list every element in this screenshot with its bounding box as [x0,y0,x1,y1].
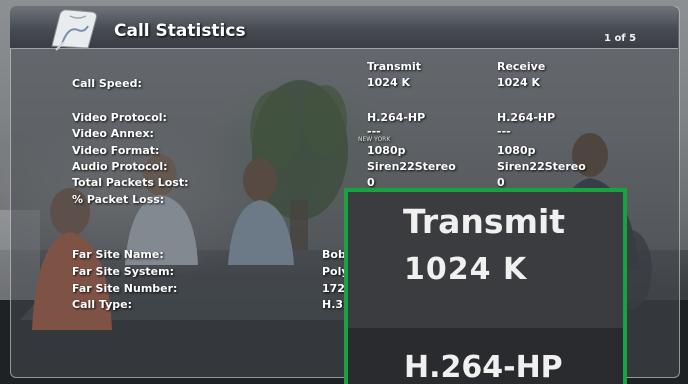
far-site-number-value: 172 [322,282,345,295]
video-annex-receive: --- [497,125,511,138]
call-speed-receive: 1024 K [497,76,540,89]
call-type-label: Call Type: [72,298,132,311]
far-site-number-label: Far Site Number: [72,282,178,295]
total-packets-lost-label: Total Packets Lost: [72,176,189,189]
title-bar [10,6,678,49]
page-indicator: 1 of 5 [604,33,637,44]
video-protocol-transmit: H.264-HP [367,111,426,124]
video-format-receive: 1080p [497,144,536,157]
packet-loss-label: % Packet Loss: [72,193,165,206]
background-sign-text: NEW YORK [358,136,391,143]
zoom-video-protocol: H.264-HP [404,350,563,384]
page-title: Call Statistics [114,21,246,41]
audio-protocol-receive: Siren22Stereo [497,160,586,173]
codec-hand-logo-icon [51,9,97,51]
video-protocol-receive: H.264-HP [497,111,556,124]
video-annex-label: Video Annex: [72,127,154,140]
audio-protocol-label: Audio Protocol: [72,160,168,173]
far-site-name-label: Far Site Name: [72,248,164,261]
receive-column-header: Receive [497,60,546,73]
far-site-name-value: Bob [322,248,346,261]
zoom-callout: Transmit 1024 K H.264-HP [344,188,627,384]
zoom-transmit-heading: Transmit [403,202,566,241]
video-protocol-label: Video Protocol: [72,111,167,124]
video-format-label: Video Format: [72,144,160,157]
far-site-system-label: Far Site System: [72,265,175,278]
audio-protocol-transmit: Siren22Stereo [367,160,456,173]
call-speed-transmit: 1024 K [367,76,410,89]
zoom-call-speed: 1024 K [404,252,528,287]
video-format-transmit: 1080p [367,144,406,157]
transmit-column-header: Transmit [367,60,422,73]
call-speed-label: Call Speed: [72,77,142,90]
call-statistics-screen: Call Statistics 1 of 5 Transmit Receive … [0,0,688,384]
